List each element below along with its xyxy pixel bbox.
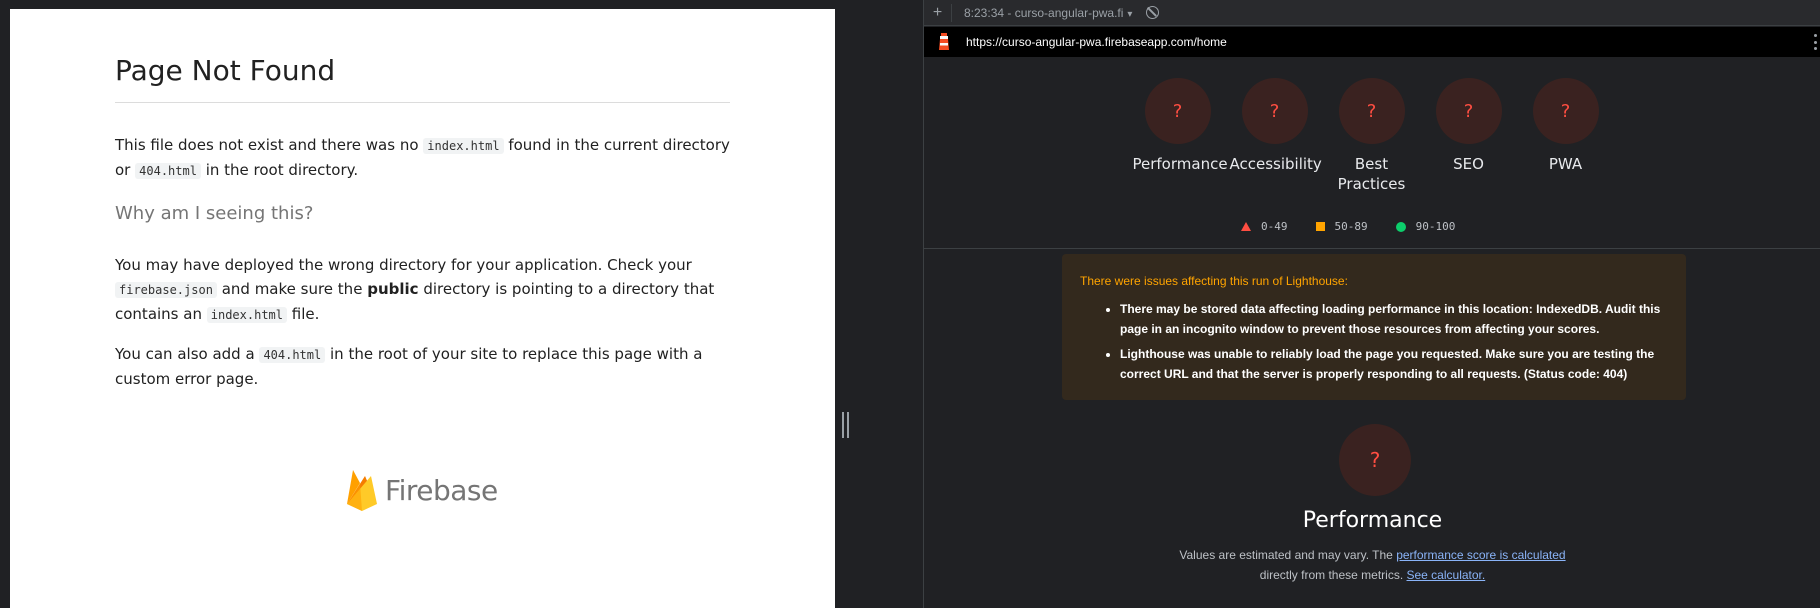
report-selector[interactable]: 8:23:34 - curso-angular-pwa.fi ▾: [964, 6, 1132, 20]
gauge-label: Accessibility: [1229, 155, 1322, 173]
splitter-grip-icon[interactable]: [842, 412, 849, 438]
lighthouse-toolbar: + 8:23:34 - curso-angular-pwa.fi ▾: [924, 0, 1820, 26]
gauge-score: ?: [1241, 78, 1308, 144]
firebase-logo: Firebase: [345, 466, 515, 514]
p2-text-d: file.: [291, 305, 320, 323]
code-index-html: index.html: [423, 138, 504, 154]
score-legend: 0-49 50-89 90-100: [1241, 220, 1483, 233]
section-divider: [924, 248, 1820, 249]
legend-fail: 0-49: [1241, 220, 1288, 233]
clear-reports-icon[interactable]: [1146, 6, 1160, 19]
gauge-pwa[interactable]: ? PWA: [1517, 78, 1614, 194]
performance-gauge: ?: [1339, 424, 1411, 496]
gauge-performance[interactable]: ? Performance: [1129, 78, 1228, 194]
page-subtitle: Why am I seeing this?: [115, 203, 314, 224]
gauge-label: Best Practices: [1337, 155, 1406, 193]
custom-error-paragraph: You can also add a 404.html in the root …: [115, 342, 730, 391]
p3-text-a: You can also add a: [115, 345, 255, 363]
perf-desc-text-b: directly from these metrics.: [1259, 568, 1404, 582]
more-options-icon[interactable]: [1814, 34, 1817, 50]
warning-item: There may be stored data affecting loadi…: [1120, 299, 1668, 339]
perf-desc-text-a: Values are estimated and may vary. The: [1179, 548, 1393, 562]
legend-fail-label: 0-49: [1261, 220, 1288, 233]
page-title: Page Not Found: [115, 54, 730, 103]
average-square-icon: [1315, 222, 1325, 231]
performance-score-link[interactable]: performance score is calculated: [1396, 548, 1565, 562]
code-404-html: 404.html: [135, 163, 201, 179]
p2-text-a: You may have deployed the wrong director…: [115, 256, 692, 274]
gauge-score: ?: [1144, 78, 1211, 144]
intro-paragraph: This file does not exist and there was n…: [115, 133, 730, 183]
report-url-bar: https://curso-angular-pwa.firebaseapp.co…: [924, 27, 1820, 57]
warnings-list: There may be stored data affecting loadi…: [1120, 299, 1668, 384]
chevron-down-icon: ▾: [1127, 8, 1133, 20]
gauge-label: SEO: [1453, 155, 1484, 173]
gauge-seo[interactable]: ? SEO: [1420, 78, 1517, 194]
gauge-label: Performance: [1132, 155, 1228, 173]
legend-average-label: 50-89: [1334, 220, 1368, 233]
performance-title: Performance: [1302, 508, 1443, 533]
gauge-score: ?: [1435, 78, 1502, 144]
code-404-html-2: 404.html: [259, 347, 326, 363]
category-gauges: ? Performance ? Accessibility ? Best Pra…: [1129, 78, 1614, 194]
devtools-gap: [855, 0, 923, 608]
explanation-paragraph: You may have deployed the wrong director…: [115, 253, 730, 327]
gauge-score: ?: [1338, 78, 1405, 144]
lighthouse-icon: [939, 33, 949, 50]
legend-pass-label: 90-100: [1415, 220, 1456, 233]
legend-pass: 90-100: [1395, 220, 1456, 233]
code-index-html-2: index.html: [206, 307, 287, 323]
new-report-button[interactable]: +: [924, 3, 952, 22]
panel-splitter[interactable]: [838, 0, 855, 608]
warnings-title: There were issues affecting this run of …: [1080, 274, 1348, 288]
firebase-flame-icon: [347, 470, 377, 511]
report-url: https://curso-angular-pwa.firebaseapp.co…: [966, 35, 1227, 49]
gauge-best-practices[interactable]: ? Best Practices: [1323, 78, 1420, 194]
performance-description: Values are estimated and may vary. The p…: [924, 545, 1820, 585]
lighthouse-panel: + 8:23:34 - curso-angular-pwa.fi ▾ https:…: [923, 0, 1820, 608]
firebase-logo-text: Firebase: [385, 473, 498, 507]
p2-bold-public: public: [367, 280, 419, 298]
p2-text-b: and make sure the: [221, 280, 363, 298]
run-warnings-box: There were issues affecting this run of …: [1062, 254, 1686, 400]
gauge-label: PWA: [1548, 155, 1583, 173]
gauge-accessibility[interactable]: ? Accessibility: [1226, 78, 1323, 194]
pass-circle-icon: [1395, 221, 1406, 232]
p1-text-c: in the root directory.: [205, 161, 359, 179]
code-firebase-json: firebase.json: [115, 282, 217, 298]
fail-triangle-icon: [1241, 222, 1251, 231]
page-not-found-page: Page Not Found This file does not exist …: [10, 9, 835, 608]
report-selector-label: 8:23:34 - curso-angular-pwa.fi: [964, 5, 1124, 20]
p1-text-a: This file does not exist and there was n…: [115, 136, 419, 154]
gauge-score: ?: [1532, 78, 1599, 144]
warning-item: Lighthouse was unable to reliably load t…: [1120, 344, 1668, 384]
see-calculator-link[interactable]: See calculator.: [1407, 568, 1486, 582]
legend-average: 50-89: [1315, 220, 1368, 233]
